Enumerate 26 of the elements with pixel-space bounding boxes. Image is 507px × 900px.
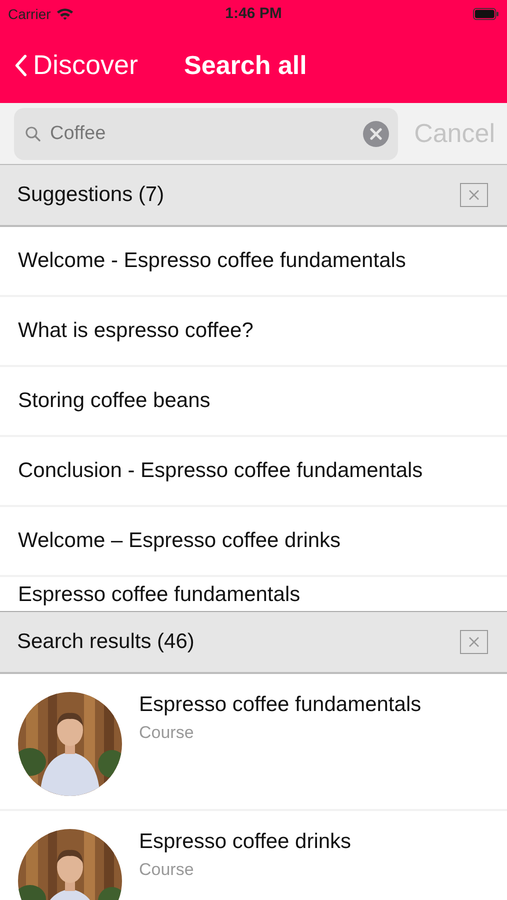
suggestion-item[interactable]: Conclusion - Espresso coffee fundamentals — [0, 437, 507, 505]
back-button[interactable]: Discover — [14, 50, 138, 80]
suggestion-item[interactable]: Storing coffee beans — [0, 367, 507, 435]
suggestion-item[interactable]: Espresso coffee fundamentals — [0, 577, 507, 611]
wifi-icon — [56, 6, 74, 20]
search-icon — [25, 126, 41, 142]
result-type: Course — [139, 723, 195, 743]
search-value: Coffee — [50, 122, 107, 144]
battery-icon — [473, 8, 499, 20]
close-icon[interactable] — [460, 630, 488, 654]
suggestion-item[interactable]: What is espresso coffee? — [0, 297, 507, 365]
section-title: Suggestions (7) — [17, 183, 164, 207]
suggestion-item[interactable]: Welcome – Espresso coffee drinks — [0, 507, 507, 575]
status-time: 1:46 PM — [224, 5, 283, 22]
carrier-label: Carrier — [8, 6, 51, 22]
result-item[interactable]: Espresso coffee fundamentals Course — [0, 674, 507, 809]
clear-icon[interactable] — [363, 120, 390, 146]
back-chevron-icon — [14, 54, 27, 76]
suggestion-item[interactable]: Welcome - Espresso coffee fundamentals — [0, 227, 507, 295]
screen-title: Search all — [184, 50, 307, 80]
result-title: Espresso coffee drinks — [139, 830, 352, 854]
result-title: Espresso coffee fundamentals — [139, 693, 422, 717]
result-type: Course — [139, 860, 195, 880]
result-item[interactable]: Espresso coffee drinks Course — [0, 811, 507, 900]
section-title: Search results (46) — [17, 630, 194, 654]
close-icon[interactable] — [460, 183, 488, 207]
